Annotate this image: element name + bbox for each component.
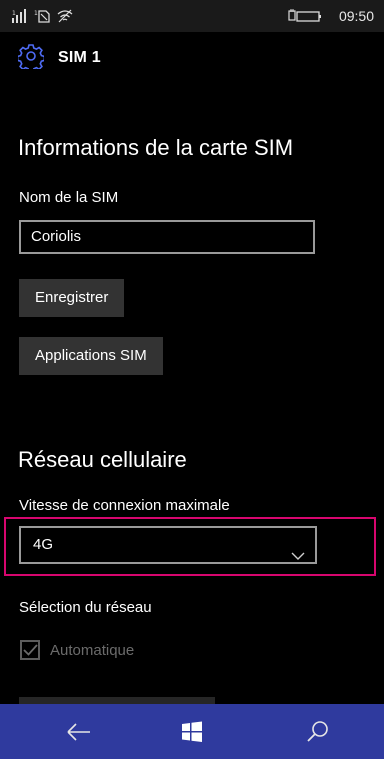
svg-text:1: 1: [12, 10, 16, 17]
sim-info-title: Informations de la carte SIM: [18, 135, 294, 160]
battery-icon: [288, 9, 322, 28]
max-speed-label: Vitesse de connexion maximale: [19, 497, 230, 514]
save-button[interactable]: Enregistrer: [19, 279, 125, 317]
signal-icon: 1: [12, 8, 30, 29]
status-time: 09:50: [338, 8, 374, 24]
windows-start-icon[interactable]: [178, 718, 208, 746]
gear-icon: [16, 43, 46, 74]
page-title: SIM 1: [58, 49, 101, 66]
sim-name-input[interactable]: Coriolis: [19, 220, 315, 254]
back-arrow-icon[interactable]: [64, 718, 94, 746]
max-speed-select[interactable]: 4G: [19, 526, 317, 564]
svg-text:1: 1: [34, 10, 38, 17]
sim-signal-icon: 1: [34, 8, 52, 29]
automatic-label: Automatique: [50, 641, 135, 659]
max-speed-value: 4G: [33, 536, 54, 553]
sim-applications-button[interactable]: Applications SIM: [19, 337, 163, 375]
navigation-bar: [0, 704, 384, 759]
cellular-title: Réseau cellulaire: [18, 447, 187, 472]
network-selection-label: Sélection du réseau: [19, 599, 152, 616]
automatic-checkbox-row[interactable]: Automatique: [20, 640, 134, 660]
checkmark-icon: [23, 644, 38, 656]
wifi-off-icon: [56, 8, 74, 29]
page-header: SIM 1: [16, 42, 101, 74]
status-bar: 1 1 09:50: [0, 0, 384, 32]
automatic-checkbox[interactable]: [20, 640, 40, 660]
sim-name-label: Nom de la SIM: [19, 189, 119, 206]
chevron-down-icon: [291, 540, 305, 574]
search-icon[interactable]: [304, 718, 334, 746]
